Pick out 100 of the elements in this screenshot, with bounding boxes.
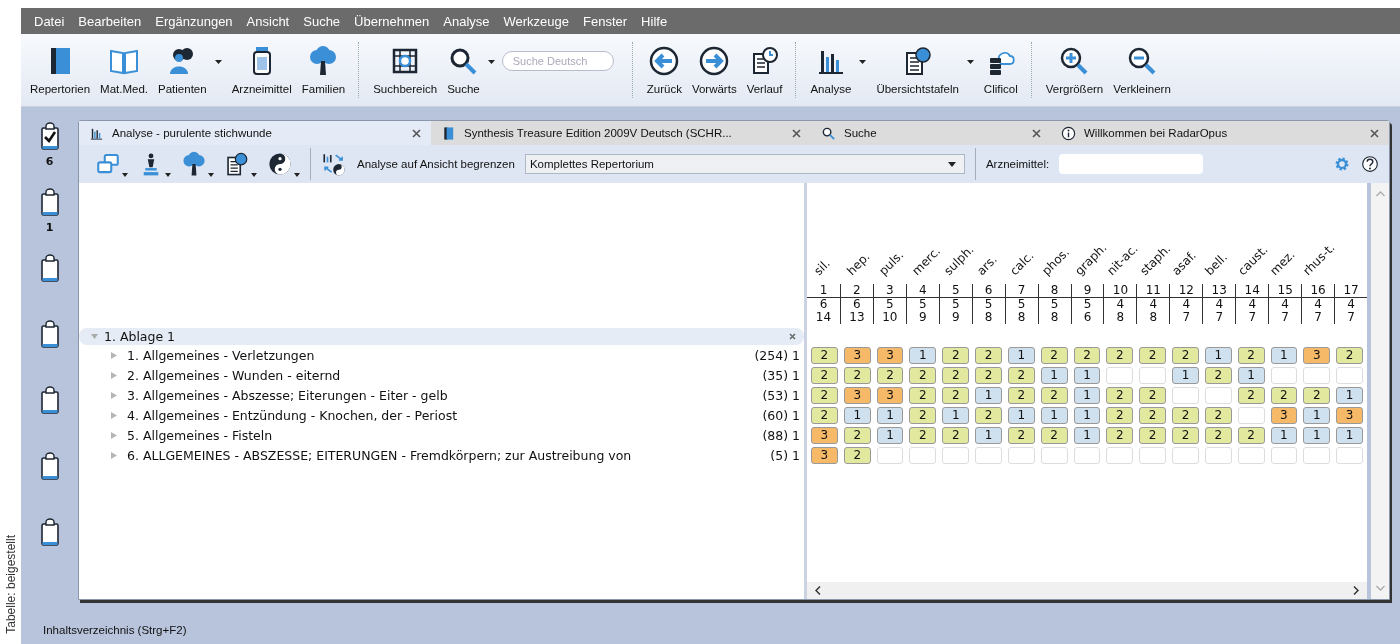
menu-item[interactable]: Analyse <box>436 13 497 29</box>
rubric-label[interactable]: 4. Allgemeines - Entzündung - Knochen, der - Periost <box>127 407 753 423</box>
remedy-name[interactable]: hep. <box>843 249 873 278</box>
grade-cell[interactable]: 2 <box>811 406 838 424</box>
grade-cell[interactable]: 3 <box>876 346 904 364</box>
clipboard-icon[interactable] <box>40 386 59 414</box>
tool-button[interactable] <box>181 151 214 177</box>
caret-icon[interactable] <box>251 173 257 177</box>
grade-cell[interactable]: 1 <box>942 406 970 424</box>
toolbar-button[interactable]: Repertorien <box>25 43 96 97</box>
menu-item[interactable]: Übernehmen <box>347 13 437 29</box>
menu-item[interactable]: Suche <box>296 13 348 29</box>
grade-cell[interactable]: 2 <box>1237 386 1265 404</box>
grade-cell[interactable]: 2 <box>1007 366 1035 384</box>
scroll-down-icon[interactable] <box>1375 585 1385 591</box>
grade-cell[interactable]: 2 <box>1204 426 1232 444</box>
empty-cell[interactable] <box>1237 446 1265 464</box>
grade-cell[interactable]: 2 <box>1040 346 1068 364</box>
caret-icon[interactable] <box>208 173 214 177</box>
grade-cell[interactable]: 2 <box>942 346 970 364</box>
grade-cell[interactable]: 1 <box>975 386 1002 404</box>
grade-cell[interactable]: 1 <box>1007 406 1035 424</box>
grade-cell[interactable]: 2 <box>876 366 904 384</box>
grade-cell[interactable]: 2 <box>1172 346 1199 364</box>
empty-cell[interactable] <box>876 446 904 464</box>
grade-cell[interactable]: 2 <box>942 386 970 404</box>
caret-icon[interactable] <box>294 173 300 177</box>
grade-cell[interactable]: 2 <box>909 426 937 444</box>
toolbar-button[interactable]: Analyse <box>805 43 872 97</box>
close-icon[interactable] <box>1032 128 1041 138</box>
grade-cell[interactable]: 2 <box>1007 426 1035 444</box>
empty-cell[interactable] <box>1172 386 1199 404</box>
grade-cell[interactable]: 1 <box>1172 366 1199 384</box>
grade-cell[interactable]: 1 <box>975 426 1002 444</box>
grade-cell[interactable]: 2 <box>843 446 871 464</box>
expand-arrow-icon[interactable] <box>91 333 98 340</box>
tool-button[interactable] <box>321 151 347 177</box>
grade-cell[interactable]: 2 <box>1172 426 1199 444</box>
settings-button[interactable] <box>1333 155 1351 173</box>
menu-item[interactable]: Fenster <box>576 13 635 29</box>
toolbar-button[interactable]: Suchbereich <box>368 43 443 97</box>
menu-item[interactable]: Werkzeuge <box>496 13 577 29</box>
grade-cell[interactable]: 2 <box>1106 386 1134 404</box>
grade-cell[interactable]: 2 <box>811 346 838 364</box>
help-button[interactable] <box>1361 155 1379 173</box>
clipboard-icon[interactable] <box>40 452 59 480</box>
empty-cell[interactable] <box>1106 366 1134 384</box>
toolbar-button[interactable]: Mat.Med. <box>95 43 154 97</box>
expand-arrow-icon[interactable] <box>111 431 117 439</box>
empty-cell[interactable] <box>1303 366 1331 384</box>
empty-cell[interactable] <box>1073 446 1101 464</box>
grade-cell[interactable]: 1 <box>1303 426 1331 444</box>
grade-cell[interactable]: 2 <box>1007 386 1035 404</box>
remedy-name[interactable]: calc. <box>1006 248 1037 278</box>
vertical-scrollbar[interactable] <box>1367 183 1389 599</box>
expand-arrow-icon[interactable] <box>111 351 117 359</box>
grade-cell[interactable]: 2 <box>1139 386 1167 404</box>
grade-cell[interactable]: 2 <box>909 406 937 424</box>
caret-icon[interactable] <box>214 60 222 64</box>
grade-cell[interactable]: 2 <box>1139 426 1167 444</box>
grade-cell[interactable]: 2 <box>1237 346 1265 364</box>
grade-cell[interactable]: 1 <box>1204 346 1232 364</box>
horizontal-scrollbar[interactable] <box>807 582 1367 599</box>
grade-cell[interactable]: 2 <box>1106 406 1134 424</box>
empty-cell[interactable] <box>1270 446 1298 464</box>
grade-cell[interactable]: 1 <box>1007 346 1035 364</box>
grade-cell[interactable]: 1 <box>1270 346 1298 364</box>
grade-cell[interactable]: 1 <box>876 406 904 424</box>
remedy-name[interactable]: ars. <box>974 252 1000 278</box>
group-header[interactable]: 1. Ablage 1 <box>79 328 804 345</box>
close-icon[interactable] <box>412 128 421 138</box>
tool-button[interactable] <box>224 151 257 177</box>
empty-cell[interactable] <box>975 446 1002 464</box>
grade-cell[interactable]: 1 <box>1270 426 1298 444</box>
tab[interactable]: Suche <box>811 121 1051 145</box>
grade-cell[interactable]: 1 <box>1336 386 1363 404</box>
expand-arrow-icon[interactable] <box>111 451 117 459</box>
grade-cell[interactable]: 2 <box>843 426 871 444</box>
grade-cell[interactable]: 1 <box>1303 406 1331 424</box>
search-field[interactable]: Suche Deutsch <box>501 51 614 71</box>
grade-cell[interactable]: 2 <box>1106 426 1134 444</box>
empty-cell[interactable] <box>1139 366 1167 384</box>
repertory-dropdown[interactable]: Komplettes Repertorium <box>524 154 965 174</box>
toolbar-button[interactable]: Patienten <box>153 43 227 97</box>
grade-cell[interactable]: 3 <box>843 386 871 404</box>
clipboard-icon[interactable] <box>40 320 59 348</box>
grade-cell[interactable]: 2 <box>1040 386 1068 404</box>
grade-cell[interactable]: 2 <box>1303 386 1331 404</box>
empty-cell[interactable] <box>1106 446 1134 464</box>
empty-cell[interactable] <box>1040 446 1068 464</box>
grade-cell[interactable]: 2 <box>811 386 838 404</box>
grade-cell[interactable]: 2 <box>975 406 1002 424</box>
grade-cell[interactable]: 2 <box>975 366 1002 384</box>
grade-cell[interactable]: 2 <box>975 346 1002 364</box>
toolbar-button[interactable]: Verlauf <box>741 43 788 97</box>
scroll-up-icon[interactable] <box>1375 191 1385 197</box>
clipboard-icon[interactable] <box>40 122 59 150</box>
tool-button[interactable] <box>267 151 300 177</box>
grade-cell[interactable]: 1 <box>1073 386 1101 404</box>
grade-cell[interactable]: 1 <box>1336 426 1363 444</box>
